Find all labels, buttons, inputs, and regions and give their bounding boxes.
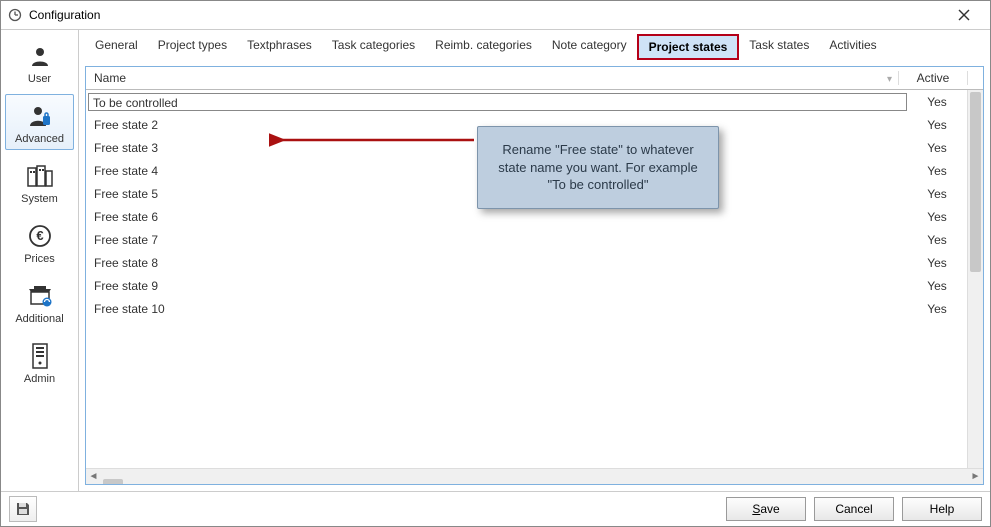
cell-active[interactable]: Yes: [907, 118, 967, 132]
tab-task-categories[interactable]: Task categories: [322, 34, 425, 60]
system-icon: [8, 161, 71, 191]
save-icon-button[interactable]: [9, 496, 37, 522]
scroll-right-icon[interactable]: ►: [968, 469, 983, 484]
cell-active[interactable]: Yes: [907, 279, 967, 293]
scrollbar-thumb[interactable]: [970, 92, 981, 272]
tab-project-states[interactable]: Project states: [637, 34, 740, 60]
hscroll-thumb[interactable]: [103, 479, 123, 486]
tab-general[interactable]: General: [85, 34, 148, 60]
column-header-name[interactable]: Name ▾: [86, 71, 899, 85]
scroll-left-icon[interactable]: ◄: [86, 469, 101, 484]
cell-active[interactable]: Yes: [907, 164, 967, 178]
table-row[interactable]: Free state 10 Yes: [86, 297, 967, 320]
sidebar-item-label: Admin: [8, 373, 71, 385]
tab-activities[interactable]: Activities: [819, 34, 886, 60]
cell-active[interactable]: Yes: [907, 210, 967, 224]
cancel-button[interactable]: Cancel: [814, 497, 894, 521]
titlebar: Configuration: [1, 1, 990, 30]
tab-note-category[interactable]: Note category: [542, 34, 637, 60]
cell-active[interactable]: Yes: [907, 95, 967, 109]
sidebar-item-prices[interactable]: € Prices: [5, 214, 74, 270]
svg-text:€: €: [36, 228, 43, 243]
tab-task-states[interactable]: Task states: [739, 34, 819, 60]
sidebar-item-advanced[interactable]: Advanced: [5, 94, 74, 150]
tab-bar: General Project types Textphrases Task c…: [79, 30, 990, 60]
sidebar-item-user[interactable]: User: [5, 34, 74, 90]
filter-icon[interactable]: ▾: [887, 74, 892, 85]
grid-header: Name ▾ Active: [86, 67, 983, 90]
sidebar-item-label: Prices: [8, 253, 71, 265]
body: User Advanced: [1, 30, 990, 491]
sidebar-item-label: Additional: [8, 313, 71, 325]
tab-project-types[interactable]: Project types: [148, 34, 237, 60]
cell-active[interactable]: Yes: [907, 141, 967, 155]
table-row[interactable]: To be controlled Yes: [86, 90, 967, 113]
user-icon: [8, 41, 71, 71]
sidebar-item-additional[interactable]: Additional: [5, 274, 74, 330]
column-header-name-label: Name: [94, 71, 126, 85]
cell-name[interactable]: Free state 8: [86, 256, 907, 270]
cell-name[interactable]: Free state 10: [86, 302, 907, 316]
prices-icon: €: [8, 221, 71, 251]
table-row[interactable]: Free state 8 Yes: [86, 251, 967, 274]
window-title: Configuration: [29, 8, 944, 22]
tab-textphrases[interactable]: Textphrases: [237, 34, 322, 60]
cell-active[interactable]: Yes: [907, 302, 967, 316]
sidebar-item-label: System: [8, 193, 71, 205]
annotation-callout: Rename "Free state" to whatever state na…: [477, 126, 719, 209]
sidebar: User Advanced: [1, 30, 79, 491]
cell-name-input[interactable]: To be controlled: [88, 93, 907, 111]
vertical-scrollbar[interactable]: [967, 90, 983, 468]
admin-icon: [8, 341, 71, 371]
help-button[interactable]: Help: [902, 497, 982, 521]
column-header-active[interactable]: Active: [899, 71, 968, 85]
configuration-window: Configuration User: [0, 0, 991, 527]
tab-reimb-categories[interactable]: Reimb. categories: [425, 34, 542, 60]
table-row[interactable]: Free state 9 Yes: [86, 274, 967, 297]
additional-icon: [8, 281, 71, 311]
cell-name[interactable]: Free state 9: [86, 279, 907, 293]
cell-active[interactable]: Yes: [907, 233, 967, 247]
cell-active[interactable]: Yes: [907, 256, 967, 270]
footer: Save Cancel Help: [1, 491, 990, 526]
app-icon: [7, 7, 23, 23]
horizontal-scrollbar[interactable]: ◄ ►: [86, 468, 983, 484]
main: General Project types Textphrases Task c…: [79, 30, 990, 491]
floppy-icon: [15, 501, 31, 517]
cell-active[interactable]: Yes: [907, 187, 967, 201]
close-button[interactable]: [944, 3, 984, 27]
sidebar-item-label: Advanced: [8, 133, 71, 145]
save-button[interactable]: Save: [726, 497, 806, 521]
cell-name[interactable]: Free state 7: [86, 233, 907, 247]
sidebar-item-admin[interactable]: Admin: [5, 334, 74, 390]
cell-name[interactable]: Free state 6: [86, 210, 907, 224]
sidebar-item-label: User: [8, 73, 71, 85]
annotation-text: Rename "Free state" to whatever state na…: [498, 142, 697, 192]
sidebar-item-system[interactable]: System: [5, 154, 74, 210]
advanced-icon: [8, 101, 71, 131]
table-row[interactable]: Free state 7 Yes: [86, 228, 967, 251]
